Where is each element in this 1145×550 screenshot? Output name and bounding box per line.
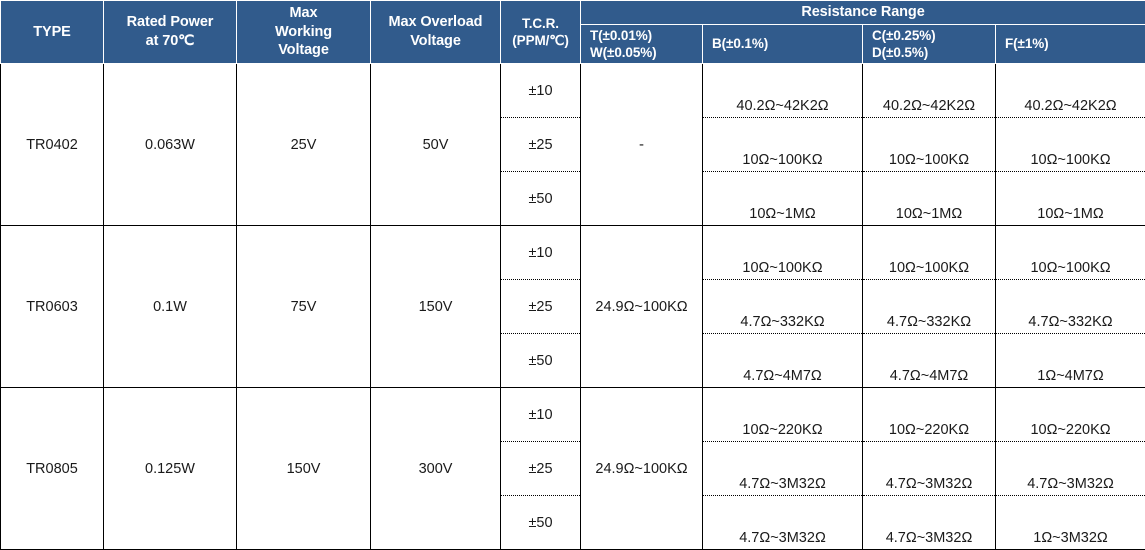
header-tcr: T.C.R. (PPM/℃)	[501, 1, 581, 64]
cell-type: TR0603	[1, 226, 104, 388]
header-max-overload-voltage-line2: Voltage	[374, 32, 497, 51]
cell-resistance-cd: 40.2Ω~42K2Ω	[863, 64, 996, 118]
cell-resistance-cd: 4.7Ω~4M7Ω	[863, 334, 996, 388]
cell-tcr-value: ±25	[501, 118, 581, 172]
cell-max-working-voltage: 25V	[237, 64, 371, 226]
cell-resistance-cd: 10Ω~100KΩ	[863, 226, 996, 280]
cell-tolerance-tw: 24.9Ω~100KΩ	[581, 226, 703, 388]
cell-tcr-value: ±25	[501, 280, 581, 334]
cell-rated-power: 0.063W	[104, 64, 237, 226]
table-row: TR08050.125W150V300V±1024.9Ω~100KΩ10Ω~22…	[1, 388, 1145, 442]
table-header: TYPE Rated Power at 70℃ Max Working Volt…	[1, 1, 1145, 64]
cell-tcr-value: ±25	[501, 442, 581, 496]
cell-tolerance-tw: -	[581, 64, 703, 226]
header-max-overload-voltage: Max Overload Voltage	[371, 1, 501, 64]
cell-tcr-value: ±10	[501, 64, 581, 118]
cell-max-overload-voltage: 50V	[371, 64, 501, 226]
cell-resistance-b: 4.7Ω~4M7Ω	[703, 334, 863, 388]
cell-resistance-f: 10Ω~1MΩ	[996, 172, 1145, 226]
cell-tcr-value: ±50	[501, 496, 581, 550]
header-rated-power-line1: Rated Power	[107, 13, 233, 32]
cell-resistance-b: 4.7Ω~332KΩ	[703, 280, 863, 334]
cell-resistance-f: 10Ω~220KΩ	[996, 388, 1145, 442]
header-tolerance-c: C(±0.25%)	[872, 27, 992, 44]
cell-resistance-cd: 4.7Ω~332KΩ	[863, 280, 996, 334]
table-row: TR04020.063W25V50V±10-40.2Ω~42K2Ω40.2Ω~4…	[1, 64, 1145, 118]
cell-resistance-f: 10Ω~100KΩ	[996, 118, 1145, 172]
cell-resistance-cd: 10Ω~1MΩ	[863, 172, 996, 226]
cell-resistance-f: 4.7Ω~3M32Ω	[996, 442, 1145, 496]
cell-rated-power: 0.125W	[104, 388, 237, 550]
cell-resistance-b: 4.7Ω~3M32Ω	[703, 496, 863, 550]
header-type: TYPE	[1, 1, 104, 64]
cell-tcr-value: ±50	[501, 334, 581, 388]
table-row: TR06030.1W75V150V±1024.9Ω~100KΩ10Ω~100KΩ…	[1, 226, 1145, 280]
header-tolerance-cd: C(±0.25%) D(±0.5%)	[863, 24, 996, 64]
cell-type: TR0402	[1, 64, 104, 226]
cell-resistance-b: 10Ω~100KΩ	[703, 118, 863, 172]
header-tolerance-w: W(±0.05%)	[590, 44, 699, 61]
cell-resistance-f: 10Ω~100KΩ	[996, 226, 1145, 280]
cell-tolerance-tw: 24.9Ω~100KΩ	[581, 388, 703, 550]
cell-resistance-cd: 4.7Ω~3M32Ω	[863, 496, 996, 550]
header-tolerance-b: B(±0.1%)	[703, 24, 863, 64]
header-tolerance-t: T(±0.01%)	[590, 27, 699, 44]
header-tcr-line1: T.C.R.	[504, 15, 577, 32]
table-body: TR04020.063W25V50V±10-40.2Ω~42K2Ω40.2Ω~4…	[1, 64, 1145, 550]
cell-resistance-b: 10Ω~1MΩ	[703, 172, 863, 226]
cell-resistance-f: 4.7Ω~332KΩ	[996, 280, 1145, 334]
cell-max-working-voltage: 75V	[237, 226, 371, 388]
cell-max-overload-voltage: 300V	[371, 388, 501, 550]
header-max-working-voltage-line2: Working	[240, 23, 367, 42]
cell-resistance-f: 1Ω~3M32Ω	[996, 496, 1145, 550]
header-resistance-range: Resistance Range	[581, 1, 1145, 25]
cell-resistance-cd: 10Ω~100KΩ	[863, 118, 996, 172]
cell-tcr-value: ±50	[501, 172, 581, 226]
cell-rated-power: 0.1W	[104, 226, 237, 388]
cell-tcr-value: ±10	[501, 226, 581, 280]
header-tolerance-f: F(±1%)	[996, 24, 1145, 64]
cell-resistance-b: 40.2Ω~42K2Ω	[703, 64, 863, 118]
header-max-overload-voltage-line1: Max Overload	[374, 13, 497, 32]
cell-type: TR0805	[1, 388, 104, 550]
specification-table: TYPE Rated Power at 70℃ Max Working Volt…	[0, 0, 1145, 550]
header-tolerance-tw: T(±0.01%) W(±0.05%)	[581, 24, 703, 64]
cell-max-overload-voltage: 150V	[371, 226, 501, 388]
header-tolerance-d: D(±0.5%)	[872, 44, 992, 61]
header-rated-power: Rated Power at 70℃	[104, 1, 237, 64]
cell-resistance-f: 40.2Ω~42K2Ω	[996, 64, 1145, 118]
cell-resistance-b: 4.7Ω~3M32Ω	[703, 442, 863, 496]
cell-resistance-b: 10Ω~100KΩ	[703, 226, 863, 280]
header-tcr-line2: (PPM/℃)	[504, 32, 577, 49]
header-max-working-voltage-line3: Voltage	[240, 41, 367, 60]
header-max-working-voltage-line1: Max	[240, 4, 367, 23]
cell-max-working-voltage: 150V	[237, 388, 371, 550]
header-row-1: TYPE Rated Power at 70℃ Max Working Volt…	[1, 1, 1145, 25]
cell-resistance-cd: 10Ω~220KΩ	[863, 388, 996, 442]
cell-tcr-value: ±10	[501, 388, 581, 442]
header-max-working-voltage: Max Working Voltage	[237, 1, 371, 64]
cell-resistance-f: 1Ω~4M7Ω	[996, 334, 1145, 388]
cell-resistance-cd: 4.7Ω~3M32Ω	[863, 442, 996, 496]
cell-resistance-b: 10Ω~220KΩ	[703, 388, 863, 442]
header-rated-power-line2: at 70℃	[107, 32, 233, 51]
